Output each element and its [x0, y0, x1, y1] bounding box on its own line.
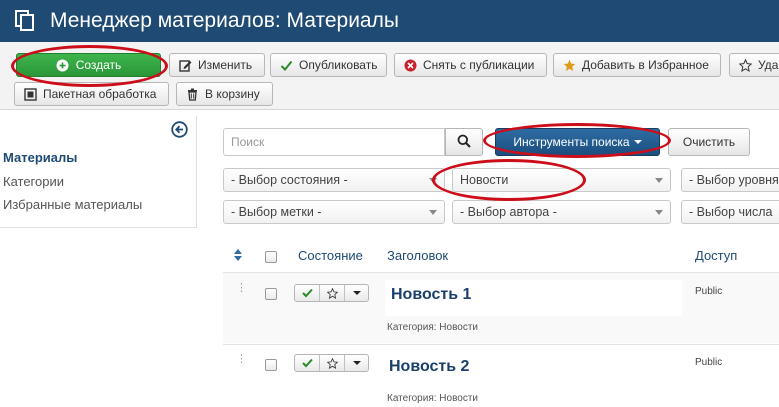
select-all-checkbox[interactable]	[265, 251, 277, 263]
batch-label: Пакетная обработка	[43, 87, 157, 101]
article-access: Public	[695, 286, 723, 297]
status-controls	[294, 354, 369, 372]
published-check-icon[interactable]	[295, 285, 320, 301]
star-outline-icon	[738, 58, 752, 72]
edit-icon	[178, 58, 192, 72]
number-filter[interactable]: - Выбор числа	[681, 200, 779, 224]
search-icon	[457, 134, 471, 151]
page-header: Менеджер материалов: Материалы	[0, 0, 779, 42]
page-title: Менеджер материалов: Материалы	[50, 9, 399, 32]
trash-label: В корзину	[205, 87, 260, 101]
state-filter[interactable]: - Выбор состояния -	[223, 168, 445, 192]
featured-star-icon[interactable]	[320, 355, 345, 371]
sort-icon[interactable]	[234, 249, 242, 264]
published-check-icon[interactable]	[295, 355, 320, 371]
cancel-circle-icon	[403, 58, 417, 72]
column-header-status[interactable]: Состояние	[298, 248, 363, 263]
search-placeholder: Поиск	[231, 135, 265, 149]
row-checkbox[interactable]	[265, 359, 277, 371]
article-title-link[interactable]: Новость 2	[389, 358, 469, 376]
publish-button[interactable]: Опубликовать	[270, 53, 387, 77]
chevron-down-icon	[655, 210, 663, 215]
sidebar-item-articles[interactable]: Материалы	[3, 150, 77, 165]
sidebar-item-categories[interactable]: Категории	[3, 174, 64, 189]
publish-label: Опубликовать	[299, 58, 378, 72]
check-icon	[279, 58, 293, 72]
collapse-sidebar-icon[interactable]	[171, 121, 188, 141]
feature-button[interactable]: Добавить в Избранное	[553, 53, 721, 77]
batch-icon	[23, 87, 37, 101]
author-filter-value: - Выбор автора -	[460, 205, 557, 219]
level-filter-value: - Выбор уровня	[689, 173, 779, 187]
actions-caret-icon[interactable]	[345, 355, 368, 371]
chevron-down-icon	[655, 178, 663, 183]
edit-label: Изменить	[198, 58, 253, 72]
actions-caret-icon[interactable]	[345, 285, 368, 301]
tag-filter[interactable]: - Выбор метки -	[223, 200, 445, 224]
trash-icon	[185, 87, 199, 101]
number-filter-value: - Выбор числа	[689, 205, 773, 219]
column-header-access[interactable]: Доступ	[695, 248, 737, 263]
plus-circle-icon	[56, 58, 70, 72]
article-access: Public	[695, 357, 723, 368]
unfeature-button[interactable]: Уда	[729, 53, 779, 77]
search-button[interactable]	[445, 128, 483, 156]
search-input[interactable]: Поиск	[223, 128, 445, 156]
divider	[223, 344, 779, 345]
unfeature-label: Уда	[758, 58, 779, 72]
row-checkbox[interactable]	[265, 288, 277, 300]
search-tools-button[interactable]: Инструменты поиска	[495, 128, 660, 156]
article-title-link[interactable]: Новость 1	[391, 286, 471, 304]
feature-label: Добавить в Избранное	[582, 58, 709, 72]
chevron-down-icon	[429, 178, 437, 183]
tag-filter-value: - Выбор метки -	[231, 205, 322, 219]
edit-button[interactable]: Изменить	[169, 53, 265, 77]
state-filter-value: - Выбор состояния -	[231, 173, 348, 187]
article-category: Категория: Новости	[387, 322, 479, 333]
create-label: Создать	[75, 58, 122, 72]
article-category: Категория: Новости	[387, 393, 479, 404]
featured-star-icon[interactable]	[320, 285, 345, 301]
search-tools-label: Инструменты поиска	[513, 135, 630, 149]
sidebar-item-featured[interactable]: Избранные материалы	[3, 197, 142, 212]
clear-button[interactable]: Очистить	[668, 128, 750, 156]
category-filter[interactable]: Новости	[452, 168, 671, 192]
caret-down-icon	[633, 140, 642, 144]
unpublish-button[interactable]: Снять с публикации	[394, 53, 547, 77]
drag-handle-icon[interactable]: ⋮	[236, 283, 247, 294]
batch-button[interactable]: Пакетная обработка	[14, 82, 169, 106]
category-filter-value: Новости	[460, 173, 509, 187]
copy-icon	[14, 10, 36, 32]
star-icon	[562, 58, 576, 72]
create-button[interactable]: Создать	[16, 53, 161, 77]
level-filter[interactable]: - Выбор уровня	[681, 168, 779, 192]
author-filter[interactable]: - Выбор автора -	[452, 200, 671, 224]
clear-label: Очистить	[682, 135, 736, 149]
unpublish-label: Снять с публикации	[423, 58, 535, 72]
toolbar: Создать Изменить Опубликовать Снять с пу…	[0, 42, 779, 110]
chevron-down-icon	[429, 210, 437, 215]
drag-handle-icon[interactable]: ⋮	[236, 354, 247, 365]
status-controls	[294, 284, 369, 302]
trash-button[interactable]: В корзину	[176, 82, 273, 106]
sidebar: Материалы Категории Избранные материалы	[0, 116, 197, 228]
column-header-title[interactable]: Заголовок	[387, 248, 448, 263]
